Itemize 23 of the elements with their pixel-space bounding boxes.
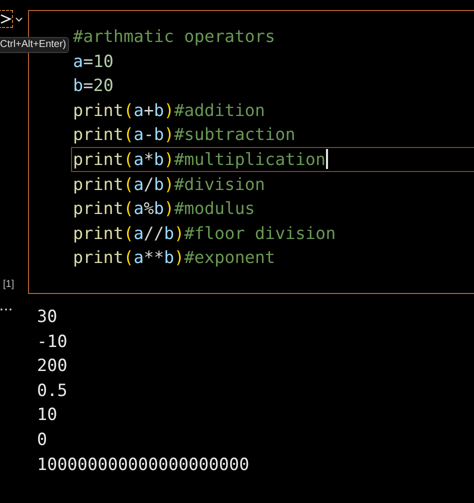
output-line: -10 bbox=[37, 330, 68, 353]
chevron-icon[interactable] bbox=[15, 16, 23, 22]
output-line: 0.5 bbox=[37, 378, 68, 402]
code-line: #arthmatic operators bbox=[73, 25, 276, 48]
code-line: print(a-b)#subtraction bbox=[73, 123, 296, 146]
tooltip: Ctrl+Alt+Enter) bbox=[0, 37, 70, 53]
output-line: 10 bbox=[37, 403, 58, 426]
code-line: print(a/b)#division bbox=[73, 172, 266, 196]
code-line: print(a//b)#floor division bbox=[73, 222, 336, 245]
code-line: print(a**b)#exponent bbox=[73, 246, 276, 270]
play-icon bbox=[0, 14, 12, 24]
output-line: 100000000000000000000 bbox=[37, 452, 250, 476]
code-line: a=10 bbox=[73, 50, 114, 73]
code-line: print(a%b)#modulus bbox=[73, 197, 255, 220]
output-line: 30 bbox=[37, 305, 58, 328]
output-line: 200 bbox=[37, 354, 68, 378]
run-button[interactable] bbox=[0, 10, 13, 28]
code-line: print(a*b)#multiplication bbox=[73, 148, 326, 171]
output-line: 0 bbox=[37, 428, 48, 451]
execution-count: [1] bbox=[2, 279, 16, 292]
text-cursor bbox=[326, 149, 328, 170]
code-line: b=20 bbox=[73, 74, 114, 98]
code-line: print(a+b)#addition bbox=[73, 98, 266, 122]
